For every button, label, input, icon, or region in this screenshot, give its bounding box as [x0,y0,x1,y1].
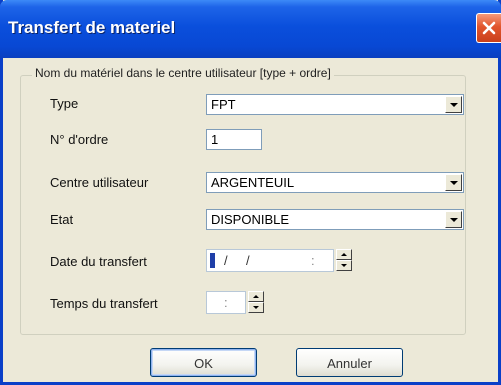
etat-value: DISPONIBLE [211,212,290,227]
order-label: N° d'ordre [50,132,109,147]
text-cursor [210,253,215,268]
group-legend: Nom du matériel dans le centre utilisate… [32,66,334,80]
spin-up-icon[interactable] [336,249,352,260]
close-icon [482,21,496,35]
centre-value: ARGENTEUIL [211,175,295,190]
chevron-down-icon[interactable] [445,96,462,113]
date-spinner[interactable] [336,249,352,271]
date-label: Date du transfert [50,254,147,269]
date-separator-2: / [246,253,250,268]
close-button[interactable] [476,13,501,43]
date-input[interactable]: / / : [206,249,334,272]
date-separator-3: : [311,253,315,268]
type-value: FPT [211,97,236,112]
spin-down-icon[interactable] [336,260,352,271]
time-spinner[interactable] [248,291,264,313]
chevron-down-icon[interactable] [445,211,462,228]
time-label: Temps du transfert [50,296,158,311]
centre-label: Centre utilisateur [50,175,149,190]
ok-button[interactable]: OK [150,348,257,377]
window-title: Transfert de materiel [8,18,176,37]
etat-select[interactable]: DISPONIBLE [206,209,464,230]
order-value: 1 [211,132,219,147]
time-input[interactable]: : [206,291,246,314]
title-bar[interactable]: Transfert de materiel [0,0,501,58]
spin-up-icon[interactable] [248,291,264,302]
time-separator: : [224,295,228,310]
type-label: Type [50,96,79,111]
cancel-button[interactable]: Annuler [296,348,403,377]
date-separator-1: / [224,253,228,268]
type-select[interactable]: FPT [206,94,464,115]
etat-label: Etat [50,212,74,227]
order-input[interactable]: 1 [206,129,262,150]
centre-select[interactable]: ARGENTEUIL [206,172,464,193]
spin-down-icon[interactable] [248,302,264,313]
chevron-down-icon[interactable] [445,174,462,191]
